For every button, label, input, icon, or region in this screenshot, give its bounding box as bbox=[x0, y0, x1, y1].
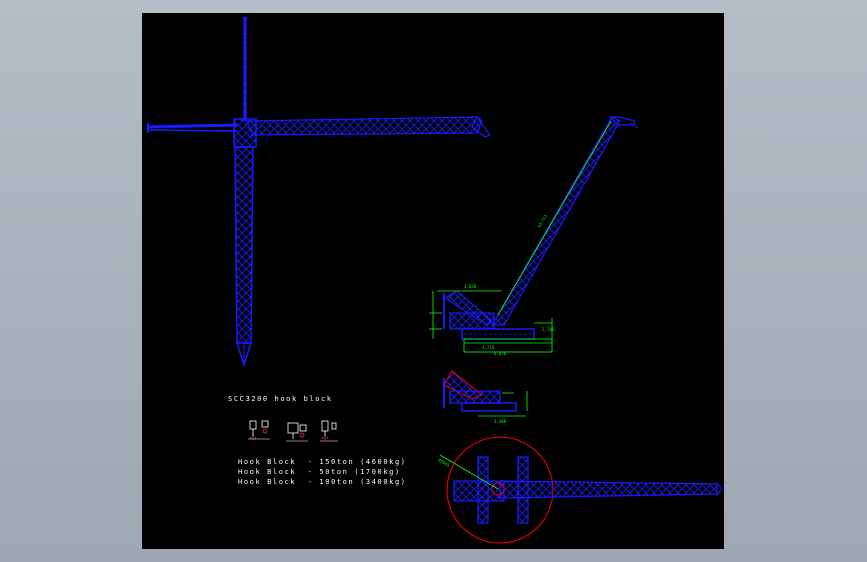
hook-block-thumb-1 bbox=[248, 420, 270, 440]
dim-height-right: 2,780 bbox=[542, 327, 555, 332]
crane-transport-view: 3,488 bbox=[443, 370, 528, 424]
cad-viewport[interactable]: 43,311 3,838 4,778 8,078 2,780 3,488 R59… bbox=[142, 13, 724, 549]
horizontal-boom bbox=[246, 115, 491, 138]
dim-base-2: 8,078 bbox=[494, 351, 507, 356]
dim-transport-length: 3,488 bbox=[494, 419, 507, 424]
hook-block-thumb-2 bbox=[286, 422, 308, 442]
dim-boom-length: 43,311 bbox=[537, 213, 549, 229]
hook-block-line-2: Hook Block - 50ton (1700kg) bbox=[238, 468, 401, 476]
boom-hub bbox=[233, 118, 257, 148]
hook-block-line-3: Hook Block - 100ton (3400kg) bbox=[238, 478, 407, 486]
crane-plan-view: R5945 bbox=[438, 436, 723, 544]
dim-top-width: 3,838 bbox=[464, 284, 477, 289]
hook-block-thumbnails bbox=[248, 420, 338, 442]
left-arm bbox=[147, 123, 238, 133]
dim-base-1: 4,778 bbox=[482, 345, 495, 350]
vertical-lattice-mast bbox=[234, 146, 254, 368]
crane-side-elevation: 43,311 3,838 4,778 8,078 2,780 bbox=[429, 116, 639, 356]
hook-block-title: SCC3200 hook block bbox=[228, 395, 333, 403]
cad-drawing: 43,311 3,838 4,778 8,078 2,780 3,488 R59… bbox=[147, 17, 723, 544]
dim-radius: R5945 bbox=[438, 458, 451, 469]
hook-block-line-1: Hook Block - 150ton (4600kg) bbox=[238, 458, 407, 466]
hook-block-thumb-3 bbox=[320, 420, 338, 442]
